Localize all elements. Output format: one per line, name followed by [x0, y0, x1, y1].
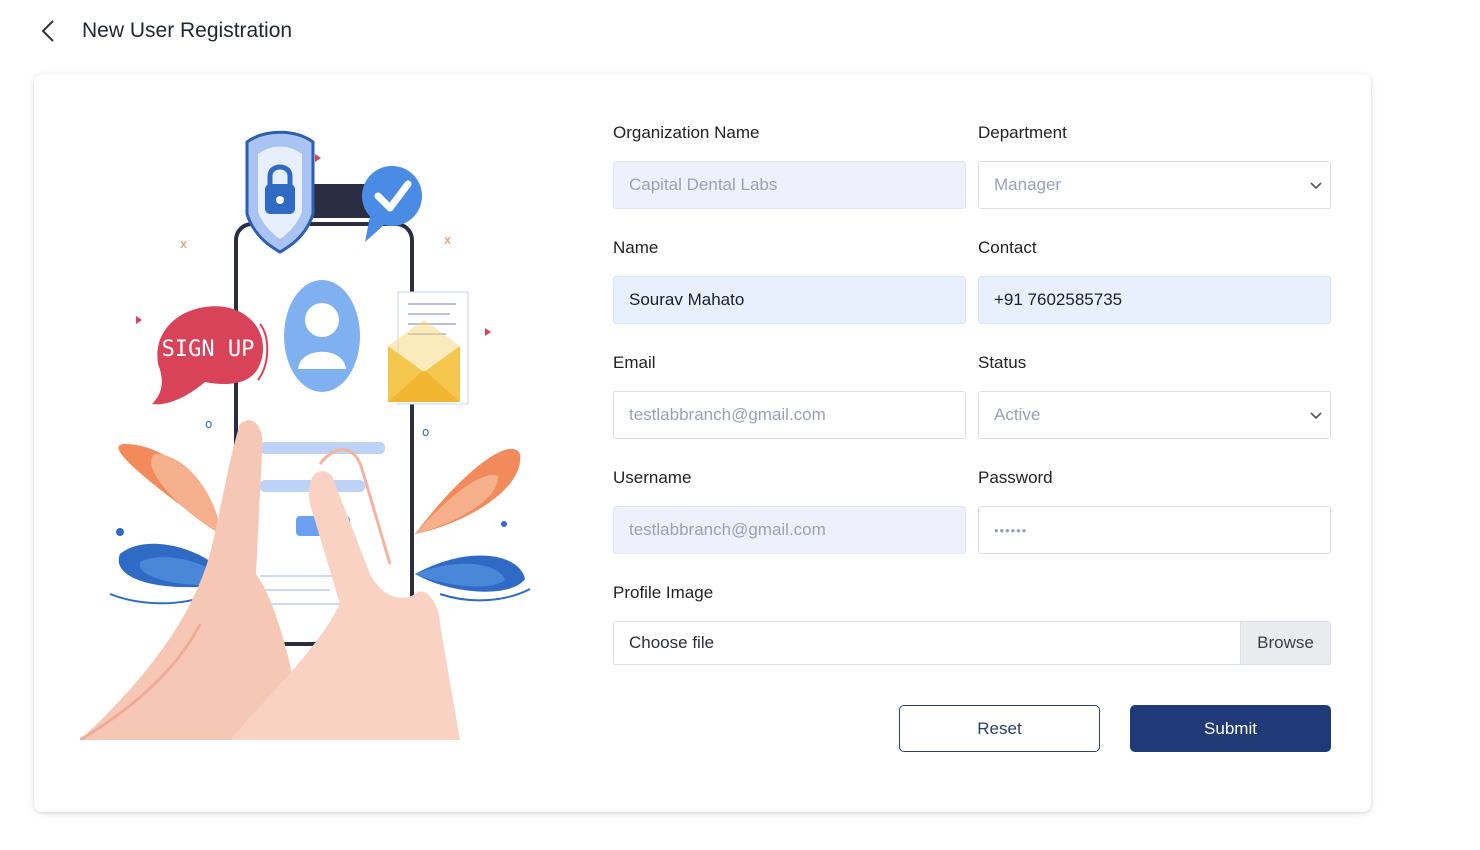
- username-label: Username: [613, 468, 692, 487]
- browse-button[interactable]: Browse: [1240, 622, 1330, 664]
- department-selected-value: Manager: [978, 161, 1331, 209]
- status-selected-value: Active: [978, 391, 1331, 439]
- envelope-icon: [388, 291, 469, 405]
- page-title: New User Registration: [82, 19, 293, 42]
- registration-card: SIGN UP x x o o Organization Name Capita…: [34, 74, 1371, 812]
- shield-lock-icon: [245, 130, 315, 254]
- password-input[interactable]: ••••••: [978, 506, 1331, 554]
- sparkle-icon: [315, 154, 321, 162]
- sparkle-icon: [136, 316, 142, 324]
- signup-illustration: SIGN UP x x o o: [80, 130, 531, 740]
- profile-image-label: Profile Image: [613, 583, 714, 602]
- file-input-text: Choose file: [629, 633, 715, 652]
- decorative-leaves-right-icon: [415, 448, 531, 602]
- name-label: Name: [613, 238, 659, 257]
- sparkle-icon: x: [444, 233, 451, 247]
- email-label: Email: [613, 353, 656, 372]
- page-header: New User Registration: [36, 14, 292, 48]
- reset-button[interactable]: Reset: [899, 705, 1100, 752]
- sparkle-icon: [485, 328, 491, 336]
- username-input[interactable]: [613, 506, 966, 554]
- name-input[interactable]: [613, 276, 966, 324]
- organization-input[interactable]: [613, 161, 966, 209]
- registration-form: Organization Name Department Manager Nam…: [613, 74, 1333, 812]
- chevron-left-icon: [41, 20, 54, 42]
- profile-image-file-input[interactable]: Choose file Browse: [613, 621, 1331, 665]
- organization-label: Organization Name: [613, 123, 760, 142]
- back-button[interactable]: [36, 14, 60, 48]
- user-avatar-icon: [284, 280, 360, 392]
- status-label: Status: [978, 353, 1027, 372]
- contact-label: Contact: [978, 238, 1037, 257]
- status-select[interactable]: Active: [978, 391, 1331, 439]
- sign-up-text: SIGN UP: [162, 337, 255, 362]
- email-input[interactable]: [613, 391, 966, 439]
- contact-input[interactable]: [978, 276, 1331, 324]
- sparkle-icon: o: [422, 425, 429, 439]
- department-label: Department: [978, 123, 1067, 142]
- submit-button[interactable]: Submit: [1130, 705, 1331, 752]
- department-select[interactable]: Manager: [978, 161, 1331, 209]
- sparkle-icon: x: [180, 237, 187, 251]
- sparkle-icon: o: [205, 417, 212, 431]
- password-label: Password: [978, 468, 1053, 487]
